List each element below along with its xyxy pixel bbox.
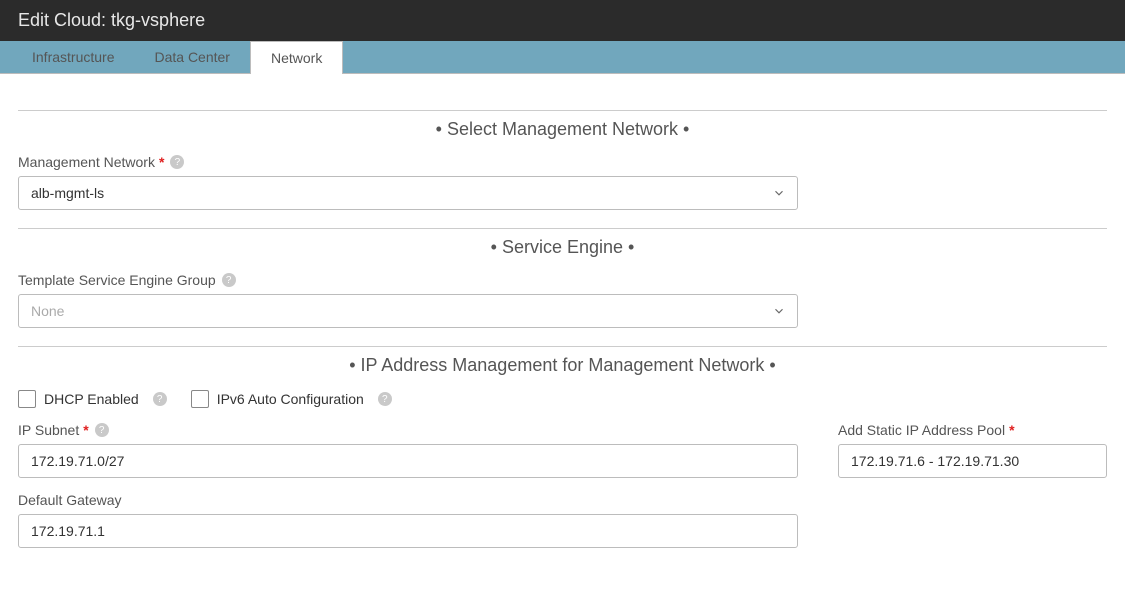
tab-network[interactable]: Network xyxy=(250,41,343,74)
checkbox-label: DHCP Enabled xyxy=(44,391,139,407)
checkbox-label: IPv6 Auto Configuration xyxy=(217,391,364,407)
checkbox-dhcp-enabled[interactable]: DHCP Enabled ? xyxy=(18,390,167,408)
select-service-engine-group[interactable] xyxy=(18,294,798,328)
section-title-ipam: • IP Address Management for Management N… xyxy=(18,355,1107,376)
label-management-network: Management Network * ? xyxy=(18,154,184,170)
label-ip-subnet: IP Subnet * ? xyxy=(18,422,109,438)
help-icon[interactable]: ? xyxy=(170,155,184,169)
label-service-engine-group: Template Service Engine Group ? xyxy=(18,272,236,288)
label-default-gateway: Default Gateway xyxy=(18,492,122,508)
select-management-network[interactable] xyxy=(18,176,798,210)
help-icon[interactable]: ? xyxy=(95,423,109,437)
required-marker: * xyxy=(83,422,88,438)
required-marker: * xyxy=(159,154,164,170)
help-icon[interactable]: ? xyxy=(378,392,392,406)
checkbox-box[interactable] xyxy=(18,390,36,408)
tab-bar: Infrastructure Data Center Network xyxy=(0,41,1125,74)
section-divider xyxy=(18,346,1107,347)
checkbox-ipv6-auto[interactable]: IPv6 Auto Configuration ? xyxy=(191,390,392,408)
select-management-network-input[interactable] xyxy=(18,176,798,210)
window-title: Edit Cloud: tkg-vsphere xyxy=(0,0,1125,41)
tab-infrastructure[interactable]: Infrastructure xyxy=(12,41,134,73)
select-service-engine-group-input[interactable] xyxy=(18,294,798,328)
section-divider xyxy=(18,110,1107,111)
section-divider xyxy=(18,228,1107,229)
input-static-ip-pool[interactable] xyxy=(838,444,1107,478)
tab-data-center[interactable]: Data Center xyxy=(134,41,249,73)
required-marker: * xyxy=(1009,422,1014,438)
label-static-ip-pool: Add Static IP Address Pool * xyxy=(838,422,1015,438)
checkbox-box[interactable] xyxy=(191,390,209,408)
input-ip-subnet[interactable] xyxy=(18,444,798,478)
help-icon[interactable]: ? xyxy=(153,392,167,406)
section-title-mgmt-network: • Select Management Network • xyxy=(18,119,1107,140)
input-default-gateway[interactable] xyxy=(18,514,798,548)
help-icon[interactable]: ? xyxy=(222,273,236,287)
section-title-service-engine: • Service Engine • xyxy=(18,237,1107,258)
